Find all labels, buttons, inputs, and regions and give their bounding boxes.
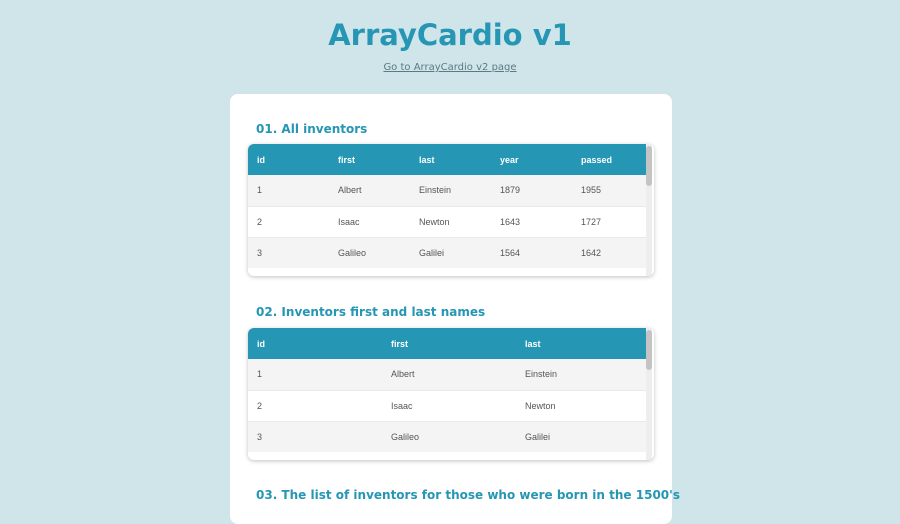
cell-last: Newton [525, 400, 556, 411]
table-row: 3 Galileo Galilei [248, 421, 646, 452]
cell-last: Einstein [525, 369, 558, 380]
table-row: 2 Isaac Newton 1643 1727 [248, 206, 646, 237]
cell-first: Galileo [391, 431, 420, 442]
v2-page-link[interactable]: Go to ArrayCardio v2 page [0, 62, 900, 73]
cell-first: Albert [391, 369, 415, 380]
column-header-last: last [525, 338, 541, 349]
section-title-born-1500s: 03. The list of inventors for those who … [256, 488, 680, 502]
inventors-table: id first last year passed 1 Albert Einst… [248, 144, 646, 268]
table-row: 1 Albert Einstein 1879 1955 [248, 175, 646, 206]
table-row: 3 Galileo Galilei 1564 1642 [248, 237, 646, 268]
cell-first: Isaac [391, 400, 413, 411]
cell-passed: 1727 [581, 216, 602, 227]
cell-id: 2 [257, 400, 263, 411]
content-card: 01. All inventors id first last year pas… [230, 94, 680, 524]
section-title-first-last-names: 02. Inventors first and last names [256, 305, 486, 319]
cell-last: Galilei [419, 247, 445, 258]
column-header-last: last [419, 154, 435, 165]
scrollbar-thumb[interactable] [646, 146, 652, 186]
cell-id: 1 [257, 369, 263, 380]
inventors-table-container[interactable]: id first last year passed 1 Albert Einst… [248, 144, 654, 276]
cell-year: 1643 [500, 216, 521, 227]
cell-last: Newton [419, 216, 450, 227]
column-header-year: year [500, 154, 519, 165]
cell-year: 1564 [500, 247, 521, 258]
cell-first: Albert [338, 185, 362, 196]
table-header-row: id first last [248, 328, 646, 359]
cell-year: 1879 [500, 185, 521, 196]
table-header-row: id first last year passed [248, 144, 646, 175]
cell-last: Einstein [419, 185, 452, 196]
table-scrollbar[interactable] [646, 144, 652, 276]
names-table-container[interactable]: id first last 1 Albert Einstein 2 Isaac … [248, 328, 654, 460]
table-row: 1 Albert Einstein [248, 359, 646, 390]
section-title-all-inventors: 01. All inventors [256, 122, 368, 136]
cell-last: Galilei [525, 431, 551, 442]
table-scrollbar[interactable] [646, 328, 652, 460]
names-table: id first last 1 Albert Einstein 2 Isaac … [248, 328, 646, 452]
cell-id: 1 [257, 185, 263, 196]
column-header-passed: passed [581, 154, 613, 165]
column-header-id: id [257, 154, 265, 165]
column-header-id: id [257, 338, 265, 349]
column-header-first: first [391, 338, 409, 349]
table-row: 2 Isaac Newton [248, 390, 646, 421]
scrollbar-thumb[interactable] [646, 330, 652, 370]
cell-passed: 1955 [581, 185, 602, 196]
cell-id: 3 [257, 247, 263, 258]
cell-id: 3 [257, 431, 263, 442]
page-title: ArrayCardio v1 [328, 18, 572, 52]
column-header-first: first [338, 154, 356, 165]
cell-first: Galileo [338, 247, 367, 258]
cell-first: Isaac [338, 216, 360, 227]
cell-passed: 1642 [581, 247, 602, 258]
cell-id: 2 [257, 216, 263, 227]
